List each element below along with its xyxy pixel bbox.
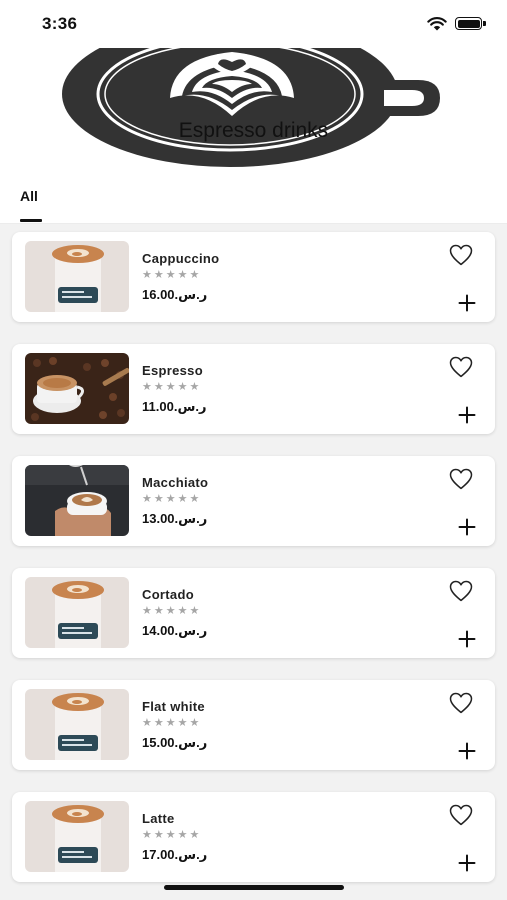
product-image: [25, 689, 129, 760]
tab-active-indicator: [20, 219, 42, 222]
product-image: [25, 577, 129, 648]
product-card[interactable]: Espresso ★★★★★ ر.س.11.00: [12, 344, 495, 434]
product-name: Cappuccino: [142, 251, 220, 266]
plus-icon[interactable]: [458, 406, 476, 424]
product-price: ر.س.15.00: [142, 735, 208, 750]
product-card[interactable]: Flat white ★★★★★ ر.س.15.00: [12, 680, 495, 770]
tab-all[interactable]: All: [20, 188, 38, 204]
star-rating: ★★★★★: [142, 717, 202, 729]
product-card[interactable]: Cortado ★★★★★ ر.س.14.00: [12, 568, 495, 658]
status-bar: 3:36: [0, 0, 507, 48]
heart-outline-icon[interactable]: [448, 355, 474, 379]
heart-outline-icon[interactable]: [448, 691, 474, 715]
star-rating: ★★★★★: [142, 493, 202, 505]
heart-outline-icon[interactable]: [448, 467, 474, 491]
star-rating: ★★★★★: [142, 829, 202, 841]
page-title: Espresso drinks: [178, 119, 329, 142]
plus-icon[interactable]: [458, 294, 476, 312]
product-price: ر.س.16.00: [142, 287, 208, 302]
product-image: [25, 241, 129, 312]
product-price: ر.س.14.00: [142, 623, 208, 638]
product-name: Espresso: [142, 363, 203, 378]
category-tabs: All: [0, 178, 507, 224]
star-rating: ★★★★★: [142, 381, 202, 393]
product-image: [25, 801, 129, 872]
product-image: [25, 353, 129, 424]
product-card[interactable]: Macchiato ★★★★★ ر.س.13.00: [12, 456, 495, 546]
battery-icon: [455, 17, 486, 30]
product-price: ر.س.17.00: [142, 847, 208, 862]
product-price: ر.س.11.00: [142, 399, 207, 414]
product-price: ر.س.13.00: [142, 511, 208, 526]
product-card[interactable]: Cappuccino ★★★★★ ر.س.16.00: [12, 232, 495, 322]
product-name: Macchiato: [142, 475, 209, 490]
plus-icon[interactable]: [458, 854, 476, 872]
home-indicator[interactable]: [164, 885, 344, 890]
star-rating: ★★★★★: [142, 269, 202, 281]
plus-icon[interactable]: [458, 518, 476, 536]
product-name: Cortado: [142, 587, 194, 602]
heart-outline-icon[interactable]: [448, 803, 474, 827]
heart-outline-icon[interactable]: [448, 579, 474, 603]
plus-icon[interactable]: [458, 742, 476, 760]
heart-outline-icon[interactable]: [448, 243, 474, 267]
product-name: Latte: [142, 811, 175, 826]
product-image: [25, 465, 129, 536]
wifi-icon: [427, 17, 447, 31]
plus-icon[interactable]: [458, 630, 476, 648]
status-time: 3:36: [42, 14, 78, 33]
product-card[interactable]: Latte ★★★★★ ر.س.17.00: [12, 792, 495, 882]
star-rating: ★★★★★: [142, 605, 202, 617]
product-list: Cappuccino ★★★★★ ر.س.16.00 Espresso ★★★★…: [12, 232, 495, 900]
product-name: Flat white: [142, 699, 205, 714]
